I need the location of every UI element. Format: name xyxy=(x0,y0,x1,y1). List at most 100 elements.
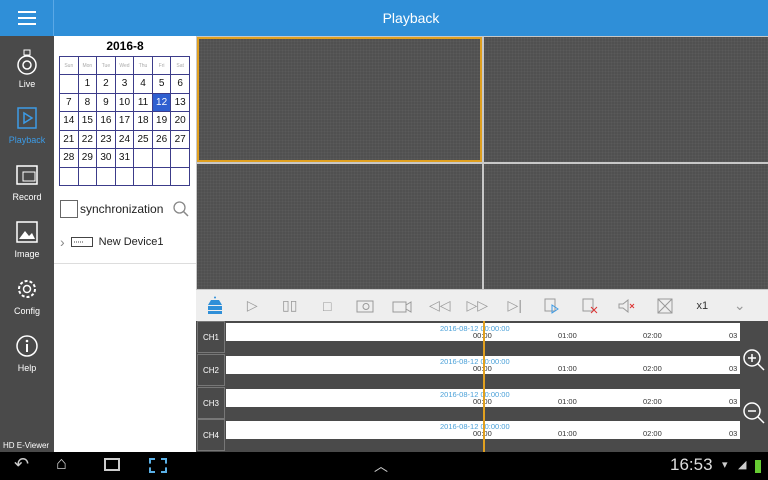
device-item[interactable]: › New Device1 xyxy=(60,234,163,250)
zoom-panel xyxy=(740,321,768,452)
calendar-day[interactable]: 13 xyxy=(170,92,190,112)
step-icon[interactable]: ▷| xyxy=(496,290,534,321)
calendar-day xyxy=(59,74,79,94)
speed-label[interactable]: x1 xyxy=(684,290,722,321)
record-icon[interactable] xyxy=(384,290,422,321)
timeline-cursor[interactable] xyxy=(483,321,485,452)
calendar-day[interactable]: 12 xyxy=(151,92,172,112)
calendar-day xyxy=(151,148,172,168)
home-icon[interactable]: ⌂ xyxy=(56,453,67,474)
playback-file-icon[interactable] xyxy=(534,290,572,321)
calendar-day[interactable]: 23 xyxy=(96,129,116,149)
playback-icon xyxy=(17,107,37,129)
timeline-row[interactable]: CH32016-08-12 00:00:0000:0001:0002:0003 xyxy=(196,387,740,420)
video-tile-2[interactable] xyxy=(484,37,768,162)
sidebar-item-live[interactable]: Live xyxy=(0,48,54,98)
calendar-day xyxy=(170,166,190,186)
channel-label: CH1 xyxy=(197,321,225,353)
calendar-day[interactable]: 31 xyxy=(114,148,135,168)
sidebar-item-help[interactable]: Help xyxy=(0,332,54,382)
calendar-day[interactable]: 25 xyxy=(133,129,153,149)
calendar-day[interactable]: 18 xyxy=(133,111,153,131)
calendar-day[interactable]: 4 xyxy=(133,74,153,94)
calendar-day xyxy=(133,148,153,168)
weekday-label: Sun xyxy=(59,56,79,75)
calendar-day xyxy=(151,166,172,186)
calendar-day[interactable]: 19 xyxy=(151,111,172,131)
timeline[interactable]: CH12016-08-12 00:00:0000:0001:0002:0003 … xyxy=(196,321,740,452)
calendar-day[interactable]: 7 xyxy=(59,92,79,112)
calendar-day[interactable]: 22 xyxy=(77,129,98,149)
calendar: Sun Mon Tue Wed Thu Fri Sat 1 2 3 4 5 6 7 8 9 10 11 12 13 1… xyxy=(59,56,190,186)
calendar-day[interactable]: 29 xyxy=(77,148,98,168)
calendar-day[interactable]: 16 xyxy=(96,111,116,131)
gear-icon xyxy=(18,280,36,298)
chevron-down-icon[interactable]: ⌄ xyxy=(721,290,759,321)
sidebar-item-config[interactable]: Config xyxy=(0,275,54,325)
calendar-day[interactable]: 11 xyxy=(133,92,153,112)
sidebar: Live Playback Record Image Config Help H… xyxy=(0,36,54,452)
video-tile-1[interactable] xyxy=(197,37,482,162)
chevron-up-icon[interactable]: ︿ xyxy=(374,456,388,476)
recent-apps-icon[interactable] xyxy=(104,458,120,471)
synchronization-checkbox[interactable]: synchronization xyxy=(60,198,190,220)
calendar-day[interactable]: 26 xyxy=(151,129,172,149)
calendar-day[interactable]: 10 xyxy=(114,92,135,112)
mute-icon[interactable] xyxy=(609,290,647,321)
sidebar-item-record[interactable]: Record xyxy=(0,161,54,211)
calendar-day[interactable]: 3 xyxy=(114,74,135,94)
search-icon[interactable] xyxy=(172,200,190,218)
hamburger-icon[interactable] xyxy=(0,0,54,36)
fast-forward-icon[interactable]: ▷▷ xyxy=(459,290,497,321)
top-bar: Playback xyxy=(0,0,768,36)
rewind-icon[interactable]: ◁◁ xyxy=(421,290,459,321)
close-all-icon[interactable] xyxy=(571,290,609,321)
calendar-day[interactable]: 15 xyxy=(77,111,98,131)
calendar-day[interactable]: 2 xyxy=(96,74,116,94)
zoom-out-icon[interactable] xyxy=(742,401,766,425)
calendar-day xyxy=(96,166,116,186)
screenshot-icon[interactable] xyxy=(149,458,167,473)
calendar-day[interactable]: 27 xyxy=(170,129,190,149)
calendar-day[interactable]: 8 xyxy=(77,92,98,112)
timeline-row[interactable]: CH42016-08-12 00:00:0000:0001:0002:0003 xyxy=(196,419,740,452)
battery-icon xyxy=(755,460,761,473)
weekday-label: Fri xyxy=(151,56,172,75)
timeline-row[interactable]: CH22016-08-12 00:00:0000:0001:0002:0003 xyxy=(196,354,740,387)
device-icon[interactable] xyxy=(196,290,234,321)
sidebar-item-image[interactable]: Image xyxy=(0,218,54,268)
calendar-day[interactable]: 30 xyxy=(96,148,116,168)
calendar-day[interactable]: 20 xyxy=(170,111,190,131)
video-grid xyxy=(196,36,768,290)
calendar-day[interactable]: 1 xyxy=(77,74,98,94)
timeline-row[interactable]: CH12016-08-12 00:00:0000:0001:0002:0003 xyxy=(196,321,740,354)
calendar-day[interactable]: 6 xyxy=(170,74,190,94)
camera-icon xyxy=(17,49,37,75)
calendar-day[interactable]: 24 xyxy=(114,129,135,149)
video-tile-3[interactable] xyxy=(197,164,482,289)
zoom-in-icon[interactable] xyxy=(742,348,766,372)
calendar-day[interactable]: 28 xyxy=(59,148,79,168)
pause-icon[interactable]: ▯▯ xyxy=(271,290,309,321)
fullscreen-icon[interactable] xyxy=(646,290,684,321)
channel-label: CH2 xyxy=(197,354,225,386)
calendar-day[interactable]: 21 xyxy=(59,129,79,149)
snapshot-icon[interactable] xyxy=(346,290,384,321)
calendar-day xyxy=(59,166,79,186)
calendar-day[interactable]: 17 xyxy=(114,111,135,131)
app-brand: HD E-Viewer xyxy=(3,441,50,450)
stop-icon[interactable]: □ xyxy=(309,290,347,321)
weekday-label: Sat xyxy=(170,56,190,75)
play-icon[interactable]: ▷ xyxy=(234,290,272,321)
checkbox[interactable] xyxy=(60,200,78,218)
playback-toolbar: ▷ ▯▯ □ ◁◁ ▷▷ ▷| x1 ⌄ xyxy=(196,290,768,321)
weekday-label: Mon xyxy=(77,56,98,75)
calendar-day[interactable]: 14 xyxy=(59,111,79,131)
video-tile-4[interactable] xyxy=(484,164,768,289)
calendar-day xyxy=(170,148,190,168)
calendar-day[interactable]: 9 xyxy=(96,92,116,112)
calendar-day[interactable]: 5 xyxy=(151,74,172,94)
system-nav-bar: ↶ ⌂ ︿ 16:53 ▾ ◢ xyxy=(0,452,768,480)
sidebar-item-playback[interactable]: Playback xyxy=(0,104,54,154)
back-icon[interactable]: ↶ xyxy=(14,454,29,475)
